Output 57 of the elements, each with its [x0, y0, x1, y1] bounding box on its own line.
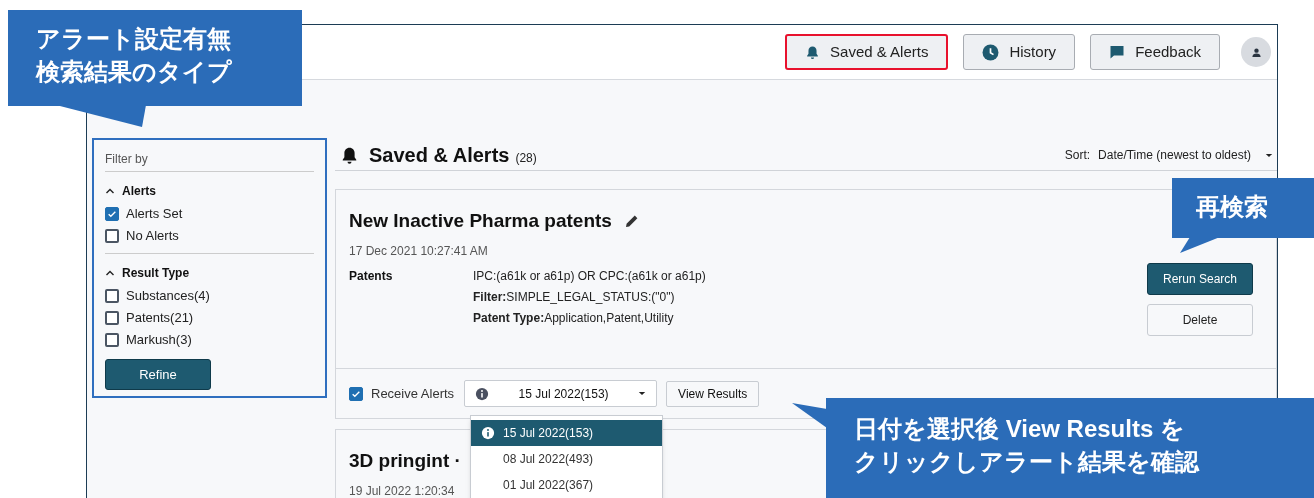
- chevron-icon: [105, 186, 115, 196]
- filter-title: Filter by: [105, 150, 314, 172]
- view-results-button[interactable]: View Results: [666, 380, 760, 407]
- delete-button[interactable]: Delete: [1147, 304, 1253, 336]
- callout-text: クリックしアラート結果を確認: [854, 447, 1201, 477]
- group-toggle[interactable]: Result Type: [105, 264, 190, 282]
- query-text: Filter:SIMPLE_LEGAL_STATUS:("0"): [473, 288, 676, 306]
- date-dropdown[interactable]: 15 Jul 2022(153): [464, 380, 658, 407]
- checkbox[interactable]: [105, 207, 119, 221]
- option-label: Alerts Set: [126, 205, 183, 224]
- nav-button[interactable]: Saved & Alerts: [785, 34, 949, 70]
- page-title: Saved & Alerts: [369, 143, 510, 168]
- option-label: No Alerts: [126, 227, 179, 246]
- check-icon: [107, 209, 117, 219]
- result-count: (28): [515, 149, 537, 167]
- caret-icon: [638, 391, 647, 396]
- nav-button[interactable]: Feedback: [1090, 34, 1220, 70]
- checkbox[interactable]: [105, 333, 119, 347]
- callout-text: 日付を選択後 View Results を: [854, 414, 1186, 444]
- bell-icon: [805, 44, 821, 60]
- query-text: Patent Type:Application,Patent,Utility: [473, 309, 675, 327]
- callout-text: 検索結果のタイプ: [36, 57, 233, 87]
- card-date: 17 Dec 2021 10:27:41 AM: [349, 242, 488, 260]
- option-label: Markush(3): [126, 331, 192, 350]
- card-title: New Inactive Pharma patents: [349, 209, 612, 233]
- checkbox[interactable]: [349, 386, 363, 401]
- sort-label: Sort:: [1064, 147, 1091, 164]
- checkbox[interactable]: [105, 229, 119, 243]
- receive-alerts-label: Receive Alerts: [371, 384, 455, 403]
- option-label: Substances(4): [126, 287, 210, 306]
- option-label: Patents(21): [126, 309, 194, 328]
- refine-button[interactable]: Refine: [105, 359, 211, 390]
- info-icon: [475, 386, 490, 401]
- menu-item[interactable]: 15 Jul 2022(153): [471, 420, 662, 446]
- user-icon: [1250, 46, 1262, 58]
- callout-text: 再検索: [1196, 192, 1269, 222]
- clock-icon: [982, 43, 1000, 61]
- menu-item[interactable]: 08 Jul 2022(493): [471, 446, 662, 472]
- bell-icon: [340, 145, 359, 165]
- chat-icon: [1109, 44, 1126, 60]
- source-label: Patents: [349, 267, 394, 285]
- sort-dropdown[interactable]: Date/Time (newest to oldest): [1098, 146, 1277, 164]
- caret-icon: [1265, 152, 1273, 158]
- menu-item[interactable]: 01 Jul 2022(367): [471, 472, 662, 498]
- pencil-icon: [623, 213, 640, 230]
- checkbox[interactable]: [105, 311, 119, 325]
- avatar-button[interactable]: [1241, 37, 1271, 67]
- nav-button[interactable]: History: [963, 34, 1076, 70]
- rerun-button[interactable]: Rerun Search: [1147, 263, 1253, 295]
- query-text: IPC:(a61k or a61p) OR CPC:(a61k or a61p): [473, 267, 706, 285]
- checkbox[interactable]: [105, 289, 119, 303]
- callout-text: アラート設定有無: [36, 24, 232, 54]
- card-date: 19 Jul 2022 1:20:34: [349, 482, 455, 498]
- info-icon: [481, 426, 495, 440]
- group-toggle[interactable]: Alerts: [105, 182, 156, 200]
- card-title: 3D pringint ·: [349, 449, 461, 473]
- chevron-icon: [105, 268, 115, 278]
